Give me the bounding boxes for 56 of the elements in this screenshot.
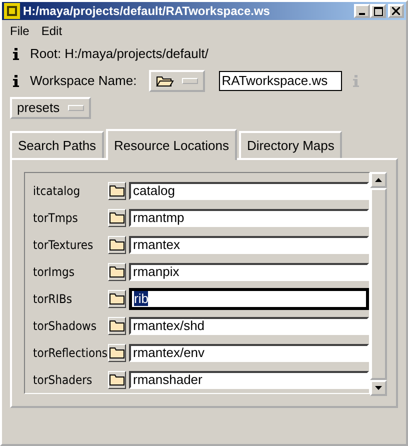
browse-button[interactable] — [108, 370, 126, 388]
up-arrow-icon — [375, 178, 382, 182]
folder-icon — [109, 184, 125, 196]
window-title: H:/maya/projects/default/RATworkspace.ws — [23, 4, 271, 18]
path-field[interactable]: rmantmp — [129, 208, 369, 226]
browse-button[interactable] — [108, 182, 126, 200]
tab[interactable]: Resource Locations — [106, 129, 237, 160]
browse-button[interactable] — [108, 290, 126, 308]
folder-icon — [109, 266, 125, 278]
info-icon — [352, 74, 359, 86]
folder-icon — [109, 374, 125, 386]
workspace-name-field[interactable]: RATworkspace.ws — [218, 70, 342, 90]
browse-button[interactable] — [108, 316, 126, 334]
path-field[interactable]: rmantex/env — [129, 344, 369, 362]
maximize-icon — [374, 6, 382, 16]
path-field[interactable]: rmantex/shd — [129, 316, 369, 334]
folder-icon — [109, 292, 125, 304]
path-field[interactable]: rmantex — [129, 236, 369, 254]
path-field[interactable]: rmanpix — [129, 262, 369, 280]
resource-label: torRIBs — [33, 292, 73, 306]
resource-label: torShaders — [33, 372, 94, 386]
folder-icon — [109, 238, 125, 250]
close-icon — [392, 7, 400, 15]
folder-menu-button[interactable] — [148, 70, 205, 92]
info-icon[interactable] — [13, 48, 19, 60]
browse-button[interactable] — [108, 262, 126, 280]
workspace-label: Workspace Name: — [30, 73, 137, 88]
folder-icon — [109, 346, 125, 358]
resource-label: itcatalog — [33, 184, 82, 198]
path-field[interactable]: catalog — [129, 182, 369, 200]
menu-item[interactable]: Edit — [41, 24, 62, 38]
resource-label: torShadows — [33, 318, 98, 332]
path-field[interactable]: rib — [129, 288, 369, 310]
resource-label: torTmps — [33, 210, 79, 224]
presets-button[interactable]: presets — [10, 96, 91, 118]
root-path: Root: H:/maya/projects/default/ — [30, 46, 208, 61]
down-arrow-icon — [375, 386, 382, 390]
folder-icon — [156, 74, 174, 86]
app-icon — [4, 3, 20, 19]
close-button[interactable] — [388, 4, 404, 18]
browse-button[interactable] — [108, 344, 126, 362]
scroll-bar[interactable] — [370, 172, 387, 396]
tab[interactable]: Search Paths — [10, 131, 104, 158]
browse-button[interactable] — [108, 236, 126, 254]
folder-icon — [109, 320, 125, 332]
minimize-button[interactable] — [354, 4, 370, 18]
maximize-button[interactable] — [370, 4, 386, 18]
resource-label: torImgs — [33, 264, 76, 278]
resource-label: torTextures — [33, 238, 94, 252]
folder-icon — [109, 212, 125, 224]
resource-label: torReflections — [33, 346, 108, 360]
info-icon[interactable] — [13, 74, 19, 86]
browse-button[interactable] — [108, 208, 126, 226]
path-field[interactable]: rmanshader — [129, 370, 369, 388]
menu-item[interactable]: File — [10, 24, 30, 38]
tab[interactable]: Directory Maps — [238, 131, 342, 158]
